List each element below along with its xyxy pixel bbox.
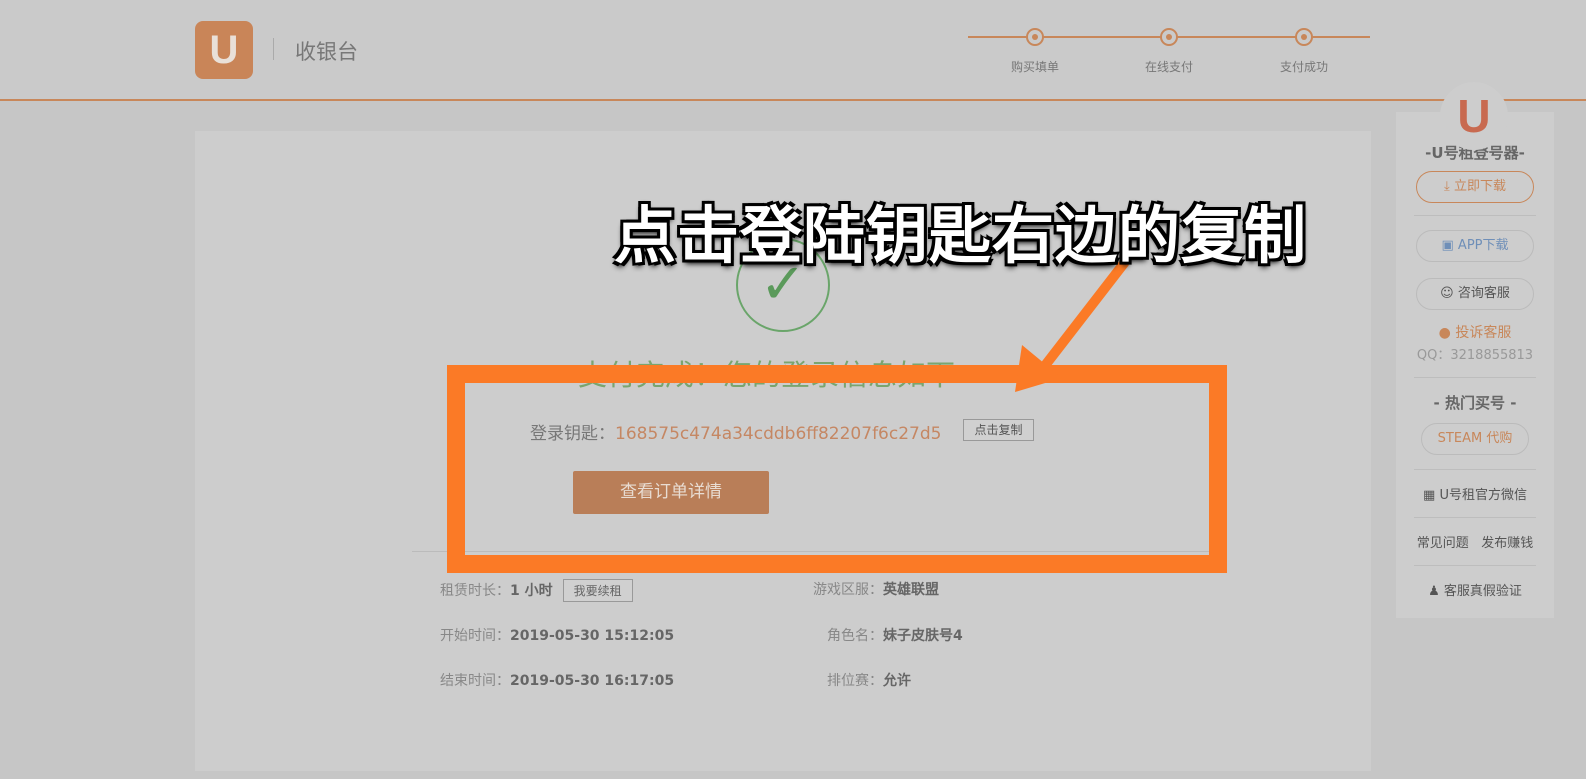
qrcode-icon: ▦ (1423, 488, 1440, 503)
app-download-button[interactable]: ▣ APP下载 (1416, 230, 1534, 262)
steam-button[interactable]: STEAM 代购 (1421, 423, 1529, 455)
qq-icon: ● (1438, 325, 1456, 341)
complain-link[interactable]: ● 投诉客服 (1396, 310, 1554, 342)
agent-icon: ♟ (1428, 584, 1444, 599)
arrow-shaft (1036, 258, 1129, 376)
sidebar: -U号租登号器- ⤓ 立即下载 ▣ APP下载 ☺ 咨询客服 ● 投诉客服 QQ… (1396, 112, 1554, 618)
download-icon: ⤓ (1444, 179, 1454, 194)
sidebar-logo: U (1440, 82, 1508, 150)
verify-label: 客服真假验证 (1443, 584, 1522, 599)
verify-link[interactable]: ♟ 客服真假验证 (1396, 566, 1554, 613)
download-button[interactable]: ⤓ 立即下载 (1416, 171, 1534, 203)
annotation-caption: 点击登陆钥匙右边的复制 (614, 199, 1308, 272)
consult-label: 咨询客服 (1457, 286, 1510, 301)
qq-number: QQ：3218855813 (1414, 342, 1536, 378)
arrow-annotation (1015, 258, 1129, 392)
phone-icon: ▣ (1441, 238, 1458, 253)
wechat-label: U号租官方微信 (1439, 488, 1527, 503)
headset-icon: ☺ (1440, 286, 1458, 301)
faq-link[interactable]: 常见问题 (1417, 536, 1469, 551)
hot-title: - 热门买号 - (1433, 394, 1517, 412)
publish-link[interactable]: 发布赚钱 (1481, 536, 1533, 551)
complain-label: 投诉客服 (1455, 325, 1512, 341)
download-label: 立即下载 (1453, 179, 1506, 194)
consult-button[interactable]: ☺ 咨询客服 (1416, 278, 1534, 310)
wechat-link[interactable]: ▦ U号租官方微信 (1414, 470, 1536, 518)
app-label: APP下载 (1457, 238, 1509, 253)
